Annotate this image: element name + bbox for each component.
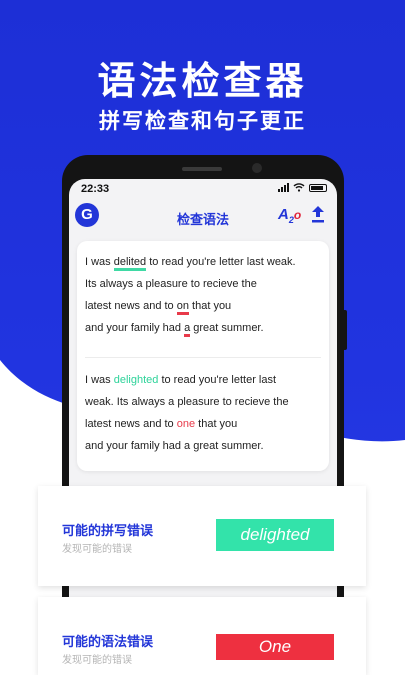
phone-speaker [182,167,222,171]
text-span: that you [188,300,232,312]
original-line-1: I was delited to read you're letter last… [85,251,325,273]
divider [85,357,321,358]
text-span: and your family had [85,322,185,334]
suggestion-title: 可能的语法错误 [62,635,154,650]
text-card: I was delited to read you're letter last… [77,241,329,471]
promo-headline: 语法检查器 [97,59,308,103]
text-span: I was [85,374,114,386]
translate-a2o-icon[interactable]: A2o [278,206,301,225]
text-span: latest news and to [85,418,177,430]
app-bar: G 检查语法 A2o [69,199,337,237]
upload-icon[interactable] [309,204,327,224]
suggestion-subtitle: 发现可能的错误 [62,655,132,666]
suggestion-subtitle: 发现可能的错误 [62,544,132,555]
phone-side-button [342,310,347,350]
spelling-error-word[interactable]: delited [113,256,147,271]
text-span: I was [85,256,114,268]
grammar-suggestion-card[interactable]: 可能的语法错误 发现可能的错误 One [38,597,366,675]
a2o-a: A [278,206,289,223]
corrected-line-2: weak. Its always a pleasure to recieve t… [85,396,289,408]
grammar-fix-word: one [176,418,196,430]
corrected-line-1: I was delighted to read you're letter la… [85,369,325,391]
promo-subheadline: 拼写检查和句子更正 [99,109,306,133]
text-span: to read you're letter last weak. [146,256,296,268]
text-span: great summer. [190,322,264,334]
status-time: 22:33 [81,183,110,195]
spelling-fix-button[interactable]: delighted [216,519,334,551]
a2o-o: o [293,208,302,222]
status-icons [278,183,327,192]
status-bar: 22:33 [69,179,337,199]
original-text[interactable]: I was delited to read you're letter last… [85,251,325,339]
text-span: latest news and to [85,300,177,312]
text-span: that you [195,418,238,430]
signal-icon [278,183,289,192]
original-line-4: and your family had a great summer. [85,317,325,339]
corrected-line-3: latest news and to one that you [85,413,325,435]
corrected-text[interactable]: I was delighted to read you're letter la… [85,369,325,457]
text-span: to read you're letter last [158,374,277,386]
battery-icon [309,183,327,192]
phone-camera [252,163,262,173]
suggestion-title: 可能的拼写错误 [62,524,154,539]
grammar-error-word[interactable]: on [176,300,189,315]
grammar-fix-button[interactable]: One [216,634,334,660]
wifi-icon [293,183,305,192]
spelling-suggestion-card[interactable]: 可能的拼写错误 发现可能的错误 delighted [38,486,366,586]
original-line-3: latest news and to on that you [85,295,325,317]
original-line-2: Its always a pleasure to recieve the [85,278,257,290]
corrected-line-4: and your family had a great summer. [85,440,264,452]
spelling-fix-word: delighted [113,374,159,386]
